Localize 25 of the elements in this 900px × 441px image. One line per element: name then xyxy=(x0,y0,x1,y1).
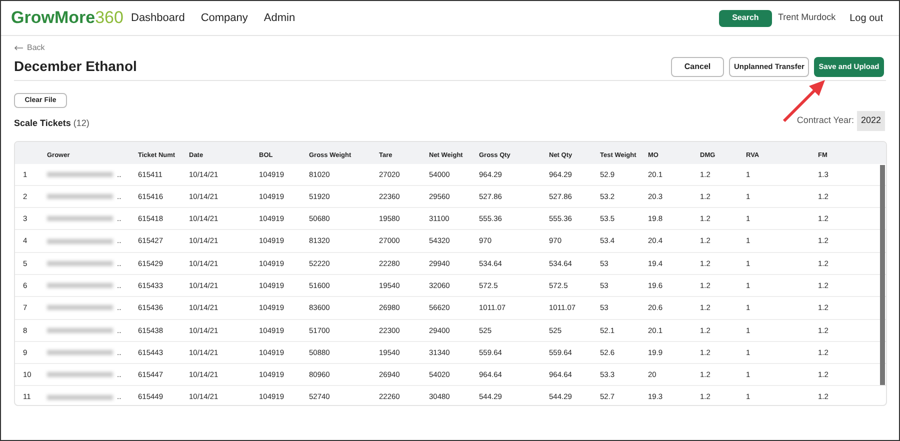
nav-link[interactable]: Company xyxy=(200,10,248,26)
blurred-name xyxy=(47,260,113,266)
user-name: Trent Murdock xyxy=(778,11,836,24)
blurred-name xyxy=(47,350,113,356)
search-button[interactable]: Search xyxy=(718,10,772,26)
cancel-button[interactable]: Cancel xyxy=(671,57,724,77)
blurred-name xyxy=(47,216,113,222)
blurred-name xyxy=(47,328,113,333)
blurred-name xyxy=(47,283,113,288)
blurred-name xyxy=(47,305,113,310)
nav-link[interactable]: Admin xyxy=(264,10,296,26)
blurred-name xyxy=(47,394,113,400)
blurred-name xyxy=(47,238,113,244)
page-title: December Ethanol xyxy=(14,57,137,76)
blurred-name xyxy=(47,194,113,199)
blurred-name xyxy=(47,372,113,378)
contract-year-value: 2022 xyxy=(856,111,885,130)
back-link[interactable]: Back xyxy=(14,42,45,54)
logout-link[interactable]: Log out xyxy=(850,10,883,26)
nav-link[interactable]: Dashboard xyxy=(131,10,185,26)
contract-year-label: Contract Year: xyxy=(796,114,854,127)
blurred-name xyxy=(47,172,113,177)
section-title: Scale Tickets (12) xyxy=(14,117,90,130)
logo[interactable]: GrowMore360 xyxy=(11,5,131,31)
left-arrow-icon xyxy=(14,45,23,51)
